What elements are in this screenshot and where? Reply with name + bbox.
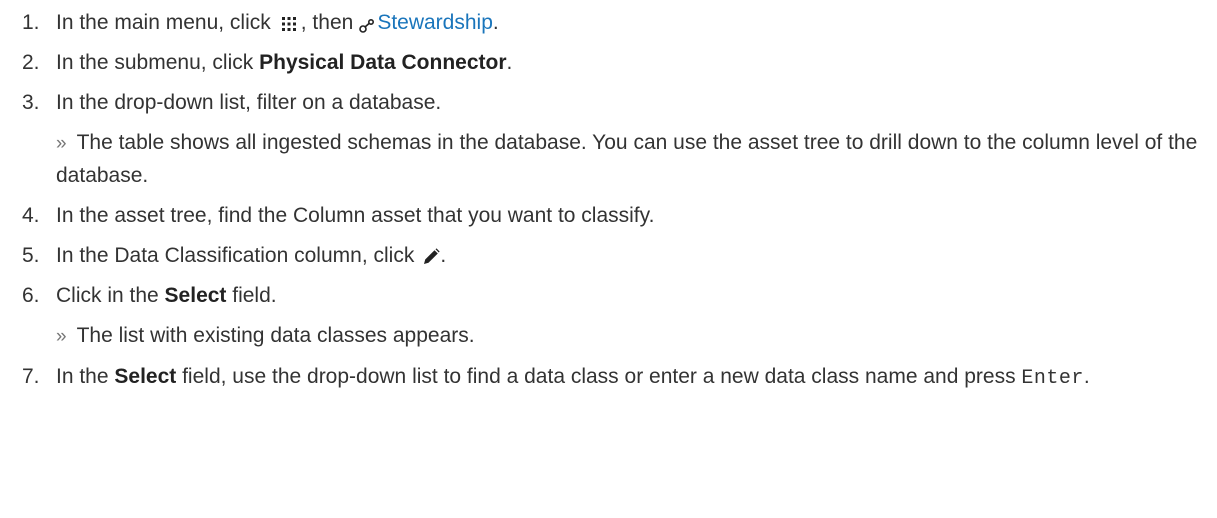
- result-marker: »: [56, 326, 67, 347]
- select-field-label: Select: [164, 284, 227, 307]
- step-6: 6. Click in the Select field. » The list …: [0, 280, 1217, 353]
- step-number: 7.: [22, 365, 40, 388]
- procedure-steps: 1. In the main menu, click , then Stewar…: [0, 0, 1217, 395]
- step-text: In the Data Classification column, click: [56, 244, 415, 267]
- step-text-end: .: [492, 11, 499, 34]
- step-4: 4. In the asset tree, find the Column as…: [0, 200, 1217, 232]
- step-text: In the main menu, click: [56, 11, 271, 34]
- step-1: 1. In the main menu, click , then Stewar…: [0, 7, 1217, 39]
- stewardship-link[interactable]: Stewardship: [377, 11, 493, 34]
- step-7: 7. In the Select field, use the drop-dow…: [0, 361, 1217, 395]
- step-number: 5.: [22, 244, 40, 267]
- result-marker: »: [56, 133, 67, 154]
- step-text-end: .: [1083, 365, 1090, 388]
- step-text-end: .: [506, 51, 513, 74]
- step-text-middle: field, use the drop-down list to find a …: [176, 365, 1022, 388]
- pencil-icon: [422, 244, 440, 265]
- step-number: 6.: [22, 284, 40, 307]
- menu-item-physical-data-connector: Physical Data Connector: [259, 51, 507, 74]
- select-field-label: Select: [114, 365, 177, 388]
- step-3: 3. In the drop-down list, filter on a da…: [0, 87, 1217, 192]
- step-number: 3.: [22, 91, 40, 114]
- step-2: 2. In the submenu, click Physical Data C…: [0, 47, 1217, 79]
- step-5: 5. In the Data Classification column, cl…: [0, 240, 1217, 272]
- step-text: In the: [56, 365, 115, 388]
- step-number: 2.: [22, 51, 40, 74]
- step-text: In the asset tree, find the Column asset…: [56, 204, 655, 227]
- step-number: 1.: [22, 11, 40, 34]
- step-text-middle: , then: [300, 11, 354, 34]
- step-text: In the submenu, click: [56, 51, 260, 74]
- stewardship-icon: [359, 11, 375, 34]
- step-result: » The list with existing data classes app…: [56, 320, 1217, 353]
- result-text: The list with existing data classes appe…: [76, 324, 475, 347]
- step-number: 4.: [22, 204, 40, 227]
- step-text-end: field.: [226, 284, 277, 307]
- step-text: In the drop-down list, filter on a datab…: [56, 91, 442, 114]
- step-text-end: .: [440, 244, 447, 267]
- step-result: » The table shows all ingested schemas in…: [56, 127, 1217, 192]
- app-grid-icon: [281, 10, 297, 32]
- enter-key-code: Enter: [1021, 367, 1084, 390]
- result-text: The table shows all ingested schemas in …: [56, 131, 1198, 187]
- step-text: Click in the: [56, 284, 165, 307]
